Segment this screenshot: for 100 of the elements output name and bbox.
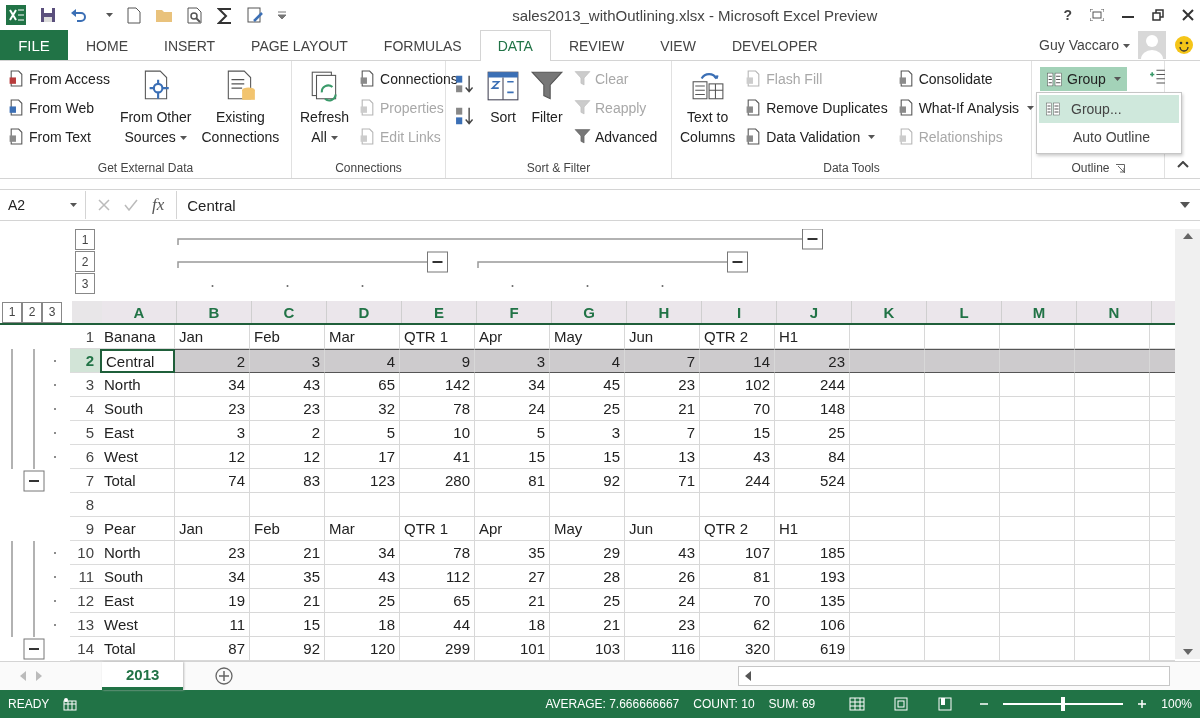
table-cell: North <box>100 541 175 565</box>
scroll-left-icon[interactable] <box>745 671 751 681</box>
dialog-launcher-icon[interactable] <box>1115 163 1125 173</box>
form-edit-icon[interactable] <box>247 6 264 24</box>
row-header[interactable]: 7 <box>70 469 100 493</box>
outline-level-button[interactable]: 1 <box>2 301 22 323</box>
row-header[interactable]: 3 <box>70 373 100 397</box>
normal-view-icon[interactable] <box>849 697 866 711</box>
ribbon-tab[interactable]: REVIEW <box>550 30 643 61</box>
row-header[interactable]: 12 <box>70 589 100 613</box>
row-header[interactable]: 5 <box>70 421 100 445</box>
ribbon-tab[interactable]: PAGE LAYOUT <box>233 30 366 61</box>
menu-item[interactable]: Auto Outline <box>1039 123 1179 151</box>
row-header[interactable]: 6 <box>70 445 100 469</box>
ribbon-button[interactable]: Filter <box>530 67 564 158</box>
outline-level-button[interactable]: 2 <box>75 251 95 272</box>
undo-icon[interactable] <box>70 7 88 23</box>
fullscreen-icon[interactable] <box>1090 9 1104 21</box>
collapse-button[interactable] <box>23 638 45 660</box>
collapse-button[interactable] <box>727 251 748 273</box>
column-header[interactable]: I <box>702 301 777 323</box>
collapse-ribbon-icon[interactable] <box>1176 161 1189 168</box>
collapse-button[interactable] <box>802 229 823 250</box>
ribbon-button[interactable]: What-If Analysis <box>897 96 1034 119</box>
collapse-button[interactable] <box>23 470 45 492</box>
save-icon[interactable] <box>40 7 56 23</box>
outline-level-button[interactable]: 3 <box>42 301 62 323</box>
ribbon-button[interactable]: Text to Columns <box>680 67 736 158</box>
column-header[interactable]: D <box>327 301 402 323</box>
add-sheet-icon[interactable] <box>215 667 234 685</box>
ribbon-tab[interactable]: DATA <box>479 30 551 61</box>
formula-input[interactable]: Central <box>177 196 1180 214</box>
page-layout-view-icon[interactable] <box>893 697 910 711</box>
row-header[interactable]: 9 <box>70 517 100 541</box>
ribbon-tab[interactable]: FORMULAS <box>365 30 480 61</box>
print-preview-icon[interactable] <box>187 6 203 24</box>
column-header[interactable]: M <box>1002 301 1077 323</box>
ribbon-button[interactable]: Advanced <box>574 125 658 148</box>
ribbon-button[interactable]: From Access <box>8 67 110 90</box>
column-header[interactable]: J <box>777 301 852 323</box>
outline-level-button[interactable]: 3 <box>75 273 95 294</box>
column-header[interactable]: N <box>1077 301 1152 323</box>
column-header[interactable]: H <box>627 301 702 323</box>
row-header[interactable]: 4 <box>70 397 100 421</box>
restore-icon[interactable] <box>1152 9 1164 21</box>
sheet-tab[interactable]: 2013 <box>102 662 184 690</box>
ribbon-button[interactable]: Existing Connections <box>201 67 280 158</box>
macro-record-icon[interactable] <box>63 697 78 711</box>
ribbon-tab[interactable]: VIEW <box>642 30 714 61</box>
column-header[interactable]: B <box>177 301 252 323</box>
column-header[interactable]: F <box>477 301 552 323</box>
column-header[interactable]: L <box>927 301 1002 323</box>
row-header[interactable]: 8 <box>70 493 100 517</box>
ribbon-button[interactable]: Sort <box>486 67 520 158</box>
scroll-down-icon[interactable] <box>1182 649 1193 655</box>
ribbon-button[interactable]: From Text <box>8 125 110 148</box>
row-header[interactable]: 2 <box>70 349 100 373</box>
ribbon-button[interactable]: Connections <box>359 67 458 90</box>
column-header[interactable]: K <box>852 301 927 323</box>
column-header[interactable]: E <box>402 301 477 323</box>
smiley-icon[interactable] <box>1174 35 1194 55</box>
close-icon[interactable] <box>1182 9 1194 21</box>
ribbon-tab[interactable]: HOME <box>68 30 146 61</box>
column-header[interactable]: G <box>552 301 627 323</box>
outline-level-button[interactable]: 2 <box>22 301 42 323</box>
row-header[interactable]: 10 <box>70 541 100 565</box>
collapse-button[interactable] <box>427 251 448 273</box>
row-header[interactable]: 13 <box>70 613 100 637</box>
ribbon-button[interactable]: From Web <box>8 96 110 119</box>
zoom-level[interactable]: 100% <box>1161 697 1192 711</box>
ribbon-button[interactable]: Consolidate <box>897 67 1034 90</box>
expand-caret-icon[interactable] <box>1180 202 1190 208</box>
menu-item[interactable]: Group... <box>1039 95 1179 123</box>
new-document-icon[interactable] <box>127 6 141 24</box>
ribbon-tab[interactable]: DEVELOPER <box>713 30 836 61</box>
ribbon-button[interactable]: Remove Duplicates <box>745 96 888 119</box>
column-header[interactable]: C <box>252 301 327 323</box>
insert-function-button[interactable]: fx <box>152 195 165 215</box>
outline-level-button[interactable]: 1 <box>75 229 95 250</box>
vertical-scrollbar[interactable] <box>1175 229 1200 659</box>
user-name[interactable]: Guy Vaccaro <box>1039 37 1130 53</box>
row-header[interactable]: 11 <box>70 565 100 589</box>
name-box[interactable]: A2 <box>0 191 86 219</box>
checkmark-icon[interactable] <box>124 199 138 211</box>
ribbon-button[interactable]: Refresh All <box>300 67 350 158</box>
page-break-view-icon[interactable] <box>937 697 954 711</box>
horizontal-scrollbar[interactable] <box>738 666 1170 686</box>
sum-icon[interactable] <box>217 6 233 24</box>
table-cell: 280 <box>400 469 475 493</box>
ribbon-tab[interactable]: INSERT <box>146 30 234 61</box>
ribbon-button[interactable]: From Other Sources <box>119 67 192 158</box>
zoom-in-icon[interactable] <box>1137 699 1148 709</box>
ribbon-button[interactable]: Data Validation <box>745 125 888 148</box>
group-button[interactable]: Group <box>1040 67 1127 91</box>
scroll-up-icon[interactable] <box>1182 233 1193 239</box>
column-header[interactable]: A <box>102 301 177 323</box>
customize-toolbar-icon[interactable] <box>278 11 286 19</box>
help-button[interactable]: ? <box>1063 7 1072 23</box>
table-cell: 13 <box>625 445 700 469</box>
file-tab[interactable]: FILE <box>0 30 68 60</box>
